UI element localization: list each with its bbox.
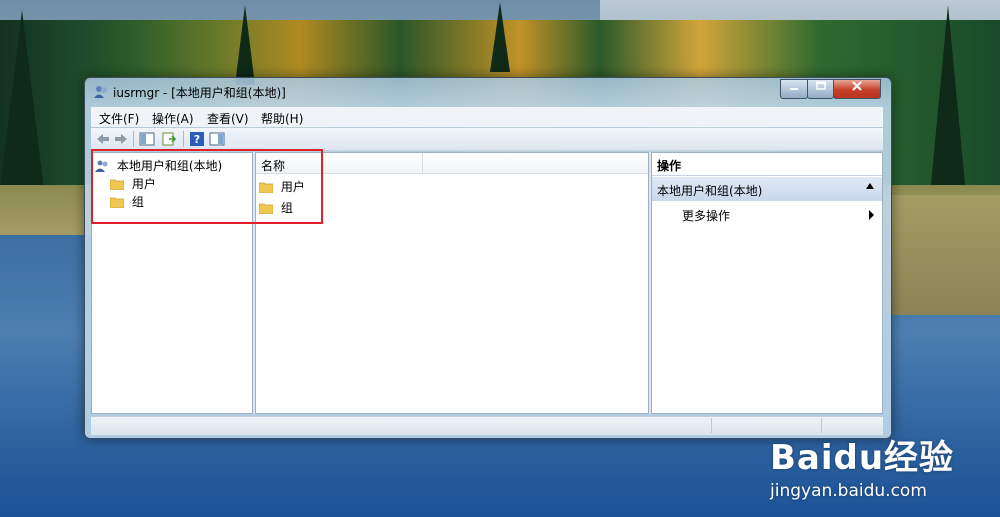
forward-arrow-icon[interactable]	[113, 131, 129, 147]
actions-title: 操作	[657, 159, 682, 173]
toolbar-separator	[133, 131, 134, 147]
back-arrow-icon[interactable]	[95, 131, 111, 147]
help-icon[interactable]: ?	[189, 131, 205, 147]
mmc-window: iusrmgr - [本地用户和组(本地)] 文件(F) 操作(A) 查看(V)…	[84, 77, 892, 439]
submenu-arrow-icon[interactable]	[869, 210, 874, 220]
svg-text:?: ?	[194, 133, 200, 146]
wallpaper-shore-right	[880, 195, 1000, 315]
wallpaper-tree	[235, 5, 255, 85]
export-list-icon[interactable]	[161, 131, 177, 147]
menu-action[interactable]: 操作(A)	[152, 110, 194, 127]
minimize-button[interactable]	[780, 79, 808, 99]
show-hide-action-pane-icon[interactable]	[209, 131, 225, 147]
close-button[interactable]	[833, 79, 881, 99]
title-bar[interactable]: iusrmgr - [本地用户和组(本地)]	[85, 78, 891, 104]
watermark-logo: Baidu经验	[770, 438, 955, 478]
toolbar: ?	[91, 128, 883, 151]
baidu-watermark: Baidu经验 jingyan.baidu.com	[770, 430, 954, 501]
column-divider[interactable]	[422, 153, 423, 173]
maximize-button[interactable]	[807, 79, 834, 99]
menu-bar: 文件(F) 操作(A) 查看(V) 帮助(H)	[91, 107, 883, 127]
maximize-icon	[815, 81, 826, 90]
toolbar-separator	[183, 131, 184, 147]
window-title: iusrmgr - [本地用户和组(本地)]	[113, 86, 286, 100]
status-bar	[91, 416, 883, 435]
more-actions-item[interactable]: 更多操作	[682, 207, 730, 224]
menu-help[interactable]: 帮助(H)	[261, 110, 303, 127]
actions-header: 操作	[652, 153, 882, 176]
actions-pane: 操作 本地用户和组(本地) 更多操作	[651, 152, 883, 414]
minimize-icon	[790, 88, 798, 90]
show-hide-console-tree-icon[interactable]	[139, 131, 155, 147]
wallpaper-tree	[490, 2, 510, 72]
watermark-url: jingyan.baidu.com	[770, 481, 927, 501]
menu-file[interactable]: 文件(F)	[99, 110, 139, 127]
status-segment	[711, 418, 712, 433]
menu-view[interactable]: 查看(V)	[207, 110, 249, 127]
close-icon	[852, 81, 862, 91]
wallpaper-tree	[930, 5, 966, 195]
users-app-icon	[94, 86, 107, 98]
actions-group-label: 本地用户和组(本地)	[657, 184, 763, 198]
actions-group-header[interactable]: 本地用户和组(本地)	[652, 177, 882, 201]
red-highlight-box	[91, 149, 323, 224]
wallpaper-tree	[0, 10, 44, 190]
collapse-up-icon[interactable]	[866, 183, 874, 189]
